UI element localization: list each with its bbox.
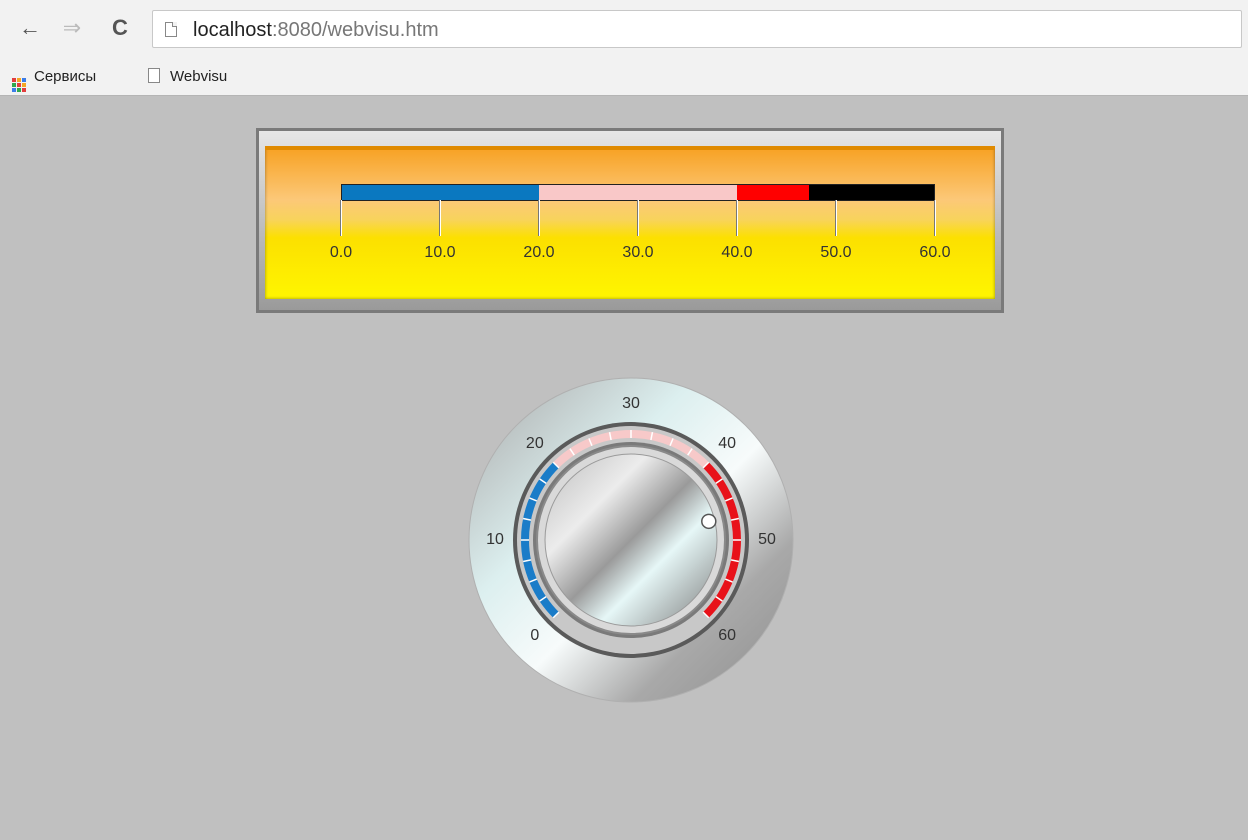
bar-meter-track xyxy=(341,184,935,201)
page-icon xyxy=(148,68,160,83)
bookmark-apps[interactable]: Сервисы xyxy=(12,68,96,92)
reload-icon[interactable]: C xyxy=(106,14,134,42)
apps-grid-icon xyxy=(12,78,26,92)
knob-scale-label: 40 xyxy=(718,434,737,452)
knob-scale-label: 50 xyxy=(758,531,776,548)
knob-scale-label: 60 xyxy=(718,627,737,645)
bar-meter-tick-label: 50.0 xyxy=(820,244,852,261)
bar-meter-tick xyxy=(637,200,639,236)
address-bar[interactable]: localhost:8080/webvisu.htm xyxy=(152,10,1242,48)
knob-indicator-dot xyxy=(701,513,717,530)
bar-meter-tick-label: 20.0 xyxy=(523,244,555,261)
knob-scale-label: 0 xyxy=(530,627,540,645)
rotary-knob[interactable]: 0 10 20 30 40 50 60 xyxy=(468,377,794,703)
knob-scale-label: 20 xyxy=(525,434,544,452)
bar-meter-tick xyxy=(439,200,441,236)
page-icon xyxy=(165,22,177,37)
bar-meter-tick xyxy=(835,200,837,236)
back-arrow-icon[interactable]: ← xyxy=(16,14,44,42)
bar-meter-tick-label: 0.0 xyxy=(329,244,353,261)
knob-scale-label: 10 xyxy=(486,531,504,548)
bar-meter-tick xyxy=(736,200,738,236)
url-path: :8080/webvisu.htm xyxy=(271,19,439,41)
bookmark-apps-label: Сервисы xyxy=(34,68,97,85)
browser-toolbar: ← ⇒ C localhost:8080/webvisu.htm xyxy=(0,0,1248,62)
bookmark-webvisu-label: Webvisu xyxy=(170,68,228,85)
bar-segment-1 xyxy=(539,185,737,200)
forward-arrow-icon[interactable]: ⇒ xyxy=(58,14,86,42)
url-text[interactable]: localhost:8080/webvisu.htm xyxy=(193,19,439,42)
bar-meter-face: 0.0 10.0 20.0 30.0 40.0 50.0 60.0 xyxy=(265,146,995,299)
bar-meter-tick xyxy=(340,200,342,236)
bar-meter: 0.0 10.0 20.0 30.0 40.0 50.0 60.0 xyxy=(256,128,1004,313)
bar-meter-tick xyxy=(934,200,936,236)
bar-meter-tick-label: 10.0 xyxy=(424,244,456,261)
bar-segment-3 xyxy=(808,185,934,200)
bar-meter-tick-label: 30.0 xyxy=(622,244,654,261)
bookmarks-bar: Сервисы Webvisu xyxy=(0,62,1248,96)
bar-segment-0 xyxy=(342,185,540,200)
bookmark-webvisu[interactable]: Webvisu xyxy=(148,68,227,85)
bar-meter-tick xyxy=(538,200,540,236)
url-host: localhost xyxy=(193,19,272,41)
knob-graphic xyxy=(468,377,794,703)
bar-segment-2 xyxy=(736,185,809,200)
bar-meter-tick-label: 60.0 xyxy=(919,244,951,261)
bar-meter-tick-label: 40.0 xyxy=(721,244,753,261)
knob-scale-label: 30 xyxy=(622,395,640,412)
